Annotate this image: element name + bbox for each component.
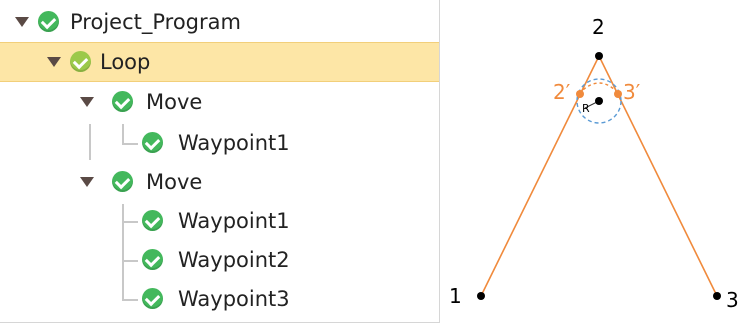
waypoint-2-marker xyxy=(595,52,603,60)
program-tree: Project_Program Loop Move Waypoint1 Move… xyxy=(0,0,440,323)
radius-label: R xyxy=(582,102,590,115)
tree-node-project-program[interactable]: Project_Program xyxy=(0,2,439,42)
check-icon xyxy=(142,249,163,270)
check-icon xyxy=(112,91,133,112)
blend-end-marker xyxy=(614,90,622,98)
point-label-1: 1 xyxy=(449,284,462,308)
tree-node-waypoint[interactable]: Waypoint3 xyxy=(0,278,439,318)
expand-arrow-icon[interactable] xyxy=(47,57,61,67)
expand-arrow-icon[interactable] xyxy=(80,97,94,107)
blend-start-marker xyxy=(576,90,584,98)
tree-node-label: Waypoint1 xyxy=(178,209,290,233)
tree-node-label: Waypoint2 xyxy=(178,248,290,272)
tree-node-label: Move xyxy=(146,170,203,194)
tree-node-waypoint[interactable]: Waypoint1 xyxy=(0,200,439,240)
tree-node-loop[interactable]: Loop xyxy=(0,42,439,82)
waypoint-1-marker xyxy=(477,292,485,300)
waypoint-3-marker xyxy=(713,292,721,300)
tree-node-label: Waypoint1 xyxy=(178,131,290,155)
tree-node-label: Loop xyxy=(100,50,151,74)
tree-node-label: Project_Program xyxy=(70,10,241,34)
point-label-3-prime: 3′ xyxy=(623,80,641,104)
check-icon xyxy=(70,51,91,72)
point-label-2-prime: 2′ xyxy=(553,80,571,104)
expand-arrow-icon[interactable] xyxy=(15,17,29,27)
tree-node-move[interactable]: Move xyxy=(0,82,439,122)
point-label-3: 3 xyxy=(726,288,739,312)
tree-node-waypoint[interactable]: Waypoint1 xyxy=(0,122,439,162)
expand-arrow-icon[interactable] xyxy=(80,177,94,187)
check-icon xyxy=(112,171,133,192)
tree-node-move[interactable]: Move xyxy=(0,162,439,202)
check-icon xyxy=(142,288,163,309)
tree-node-label: Waypoint3 xyxy=(178,287,290,311)
tree-node-waypoint[interactable]: Waypoint2 xyxy=(0,239,439,279)
point-label-2: 2 xyxy=(592,15,605,39)
tree-node-label: Move xyxy=(146,90,203,114)
check-icon xyxy=(142,210,163,231)
check-icon xyxy=(142,132,163,153)
blend-center-marker xyxy=(595,97,603,105)
check-icon xyxy=(38,11,59,32)
blend-path-diagram: 1 2 3 2′ 3′ R xyxy=(449,15,739,312)
